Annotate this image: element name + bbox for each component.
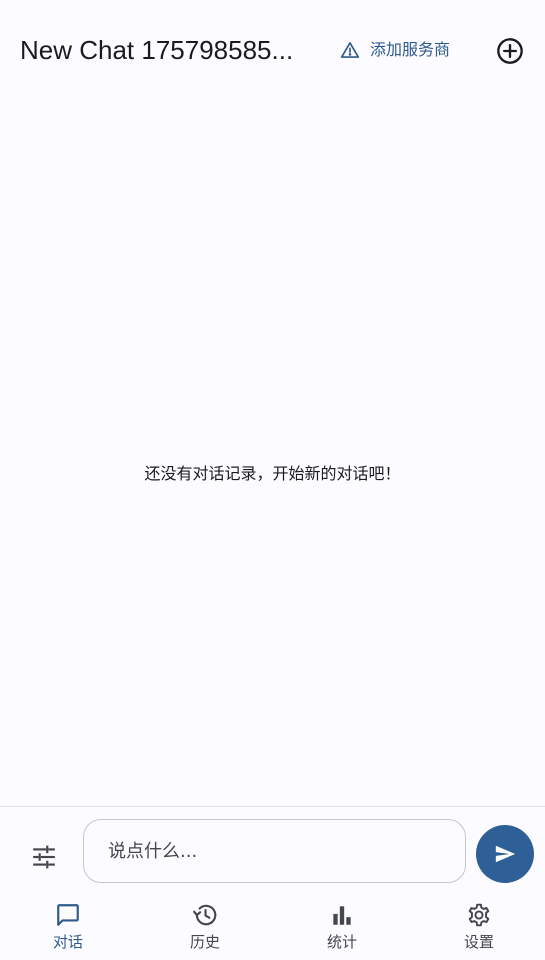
nav-item-stats[interactable]: 统计 bbox=[274, 896, 410, 960]
gear-icon bbox=[466, 896, 492, 928]
chat-title[interactable]: New Chat 175798585... bbox=[20, 33, 305, 67]
nav-item-settings[interactable]: 设置 bbox=[411, 896, 545, 960]
add-provider-label: 添加服务商 bbox=[370, 40, 451, 59]
add-circle-icon bbox=[496, 37, 524, 65]
chat-options-button[interactable] bbox=[24, 837, 64, 877]
send-icon bbox=[494, 843, 516, 865]
nav-item-chat[interactable]: 对话 bbox=[0, 896, 136, 960]
bottom-navigation: 对话 历史 统计 设置 bbox=[0, 896, 545, 960]
message-composer bbox=[0, 806, 545, 896]
app-window: New Chat 175798585... 添加服务商 还没有对话记录，开始新的… bbox=[0, 0, 545, 960]
nav-item-label: 历史 bbox=[189, 933, 220, 951]
history-icon bbox=[192, 896, 218, 928]
add-provider-button[interactable]: 添加服务商 bbox=[340, 36, 450, 64]
empty-state-message: 还没有对话记录，开始新的对话吧！ bbox=[144, 464, 401, 483]
message-input[interactable] bbox=[83, 819, 466, 883]
send-button[interactable] bbox=[476, 825, 534, 883]
new-chat-button[interactable] bbox=[492, 33, 528, 69]
chat-icon bbox=[55, 896, 81, 928]
nav-item-label: 对话 bbox=[52, 933, 83, 951]
tune-icon bbox=[31, 844, 57, 870]
nav-item-label: 统计 bbox=[326, 933, 357, 951]
nav-item-history[interactable]: 历史 bbox=[137, 896, 273, 960]
nav-item-label: 设置 bbox=[463, 933, 494, 951]
bar-chart-icon bbox=[329, 896, 355, 928]
top-app-bar: New Chat 175798585... 添加服务商 bbox=[0, 0, 545, 100]
warning-icon bbox=[340, 40, 360, 60]
